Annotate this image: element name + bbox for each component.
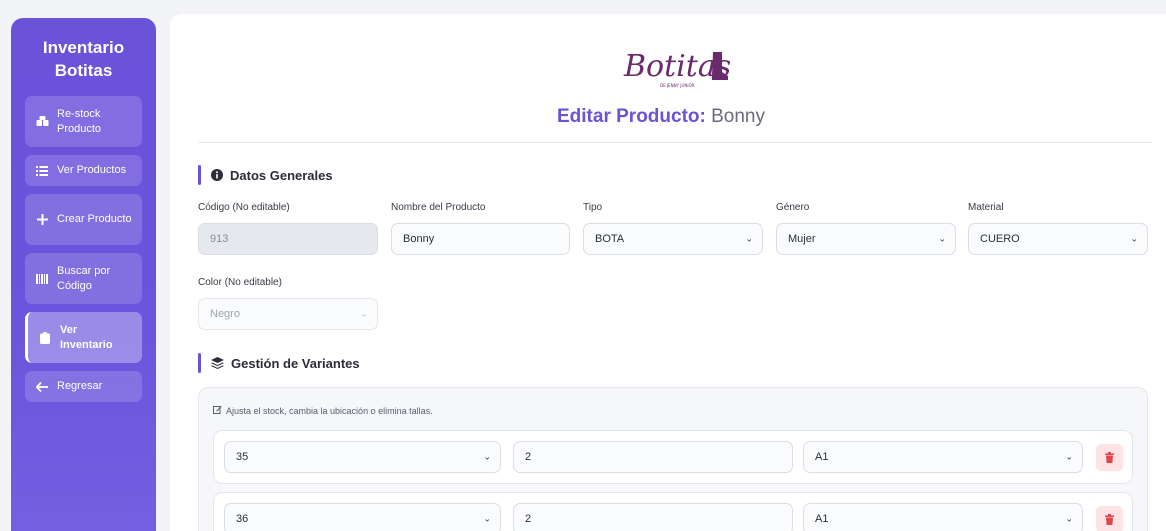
delete-variant-button[interactable] bbox=[1096, 506, 1123, 531]
chevron-down-icon: ⌄ bbox=[483, 513, 491, 524]
field-nombre: Nombre del Producto Bonny bbox=[391, 202, 570, 255]
plus-icon bbox=[35, 214, 49, 225]
title-divider bbox=[198, 142, 1152, 143]
talla-select[interactable]: 35 ⌄ bbox=[224, 441, 501, 473]
field-label: Tipo bbox=[583, 202, 603, 213]
chevron-down-icon: ⌄ bbox=[360, 308, 368, 319]
chevron-down-icon: ⌄ bbox=[1065, 513, 1073, 524]
chevron-down-icon: ⌄ bbox=[938, 233, 946, 244]
codigo-input: 913 bbox=[198, 223, 378, 255]
chevron-down-icon: ⌄ bbox=[1130, 233, 1138, 244]
ubicacion-select[interactable]: A1 ⌄ bbox=[803, 503, 1083, 531]
sidebar-brand: Inventario Botitas bbox=[42, 38, 125, 80]
field-material: Material CUERO ⌄ bbox=[968, 202, 1148, 255]
field-label: Material bbox=[968, 202, 1004, 213]
sidebar-item-ver-productos[interactable]: Ver Productos bbox=[25, 155, 142, 186]
stock-input[interactable]: 2 bbox=[513, 503, 793, 531]
section-title: Datos Generales bbox=[230, 167, 333, 183]
sidebar-item-label: Buscar por Código bbox=[57, 264, 111, 292]
trash-icon bbox=[1105, 452, 1114, 463]
talla-select[interactable]: 36 ⌄ bbox=[224, 503, 501, 531]
tipo-select[interactable]: BOTA ⌄ bbox=[583, 223, 763, 255]
page-title: Editar Producto: Bonny bbox=[170, 106, 1152, 128]
variants-hint: Ajusta el stock, cambia la ubicación o e… bbox=[213, 405, 433, 416]
chevron-down-icon: ⌄ bbox=[745, 233, 753, 244]
sidebar-item-restock[interactable]: Re-stock Producto bbox=[25, 96, 142, 147]
tipo-value: BOTA bbox=[595, 233, 625, 245]
clipboard-icon bbox=[38, 331, 52, 344]
field-tipo: Tipo BOTA ⌄ bbox=[583, 202, 763, 255]
field-label: Color (No editable) bbox=[198, 277, 282, 288]
chevron-down-icon: ⌄ bbox=[1065, 451, 1073, 462]
sidebar-item-label: Ver Productos bbox=[57, 164, 127, 176]
nombre-input[interactable]: Bonny bbox=[391, 223, 570, 255]
variants-panel: Ajusta el stock, cambia la ubicación o e… bbox=[198, 387, 1148, 531]
svg-text:DE JENNY JUNIOR: DE JENNY JUNIOR bbox=[660, 83, 695, 88]
stock-input[interactable]: 2 bbox=[513, 441, 793, 473]
stock-value: 2 bbox=[525, 451, 532, 463]
info-icon bbox=[211, 169, 223, 181]
layers-icon bbox=[211, 357, 224, 369]
field-label: Código (No editable) bbox=[198, 202, 290, 213]
color-select: Negro ⌄ bbox=[198, 298, 378, 330]
list-icon bbox=[35, 165, 49, 176]
talla-value: 36 bbox=[236, 513, 249, 525]
genero-value: Mujer bbox=[788, 233, 816, 245]
delete-variant-button[interactable] bbox=[1096, 444, 1123, 471]
genero-select[interactable]: Mujer ⌄ bbox=[776, 223, 956, 255]
variant-row: 35 ⌄ 2 A1 ⌄ bbox=[213, 430, 1133, 484]
section-gestion-variantes: Gestión de Variantes bbox=[198, 353, 360, 373]
barcode-icon bbox=[35, 273, 49, 284]
ubicacion-value: A1 bbox=[815, 451, 829, 463]
sidebar-item-label: Re-stock Producto bbox=[57, 107, 102, 135]
sidebar-item-label: Regresar bbox=[57, 380, 103, 392]
trash-icon bbox=[1105, 514, 1114, 525]
chevron-down-icon: ⌄ bbox=[483, 451, 491, 462]
talla-value: 35 bbox=[236, 451, 249, 463]
main-panel: Botitas DE JENNY JUNIOR Editar Producto:… bbox=[170, 14, 1166, 531]
page-title-product: Bonny bbox=[711, 106, 765, 127]
field-codigo: Código (No editable) 913 bbox=[198, 202, 378, 255]
sidebar-item-label: Ver Inventario bbox=[60, 323, 113, 351]
boxes-icon bbox=[35, 116, 49, 127]
sidebar: Inventario Botitas Re-stock Producto Ver… bbox=[11, 18, 156, 531]
material-value: CUERO bbox=[980, 233, 1020, 245]
sidebar-item-ver-inventario[interactable]: Ver Inventario bbox=[25, 312, 142, 363]
variant-row: 36 ⌄ 2 A1 ⌄ bbox=[213, 492, 1133, 531]
material-select[interactable]: CUERO ⌄ bbox=[968, 223, 1148, 255]
botitas-logo: Botitas DE JENNY JUNIOR bbox=[623, 49, 730, 88]
stock-value: 2 bbox=[525, 513, 532, 525]
ubicacion-select[interactable]: A1 ⌄ bbox=[803, 441, 1083, 473]
sidebar-item-crear-producto[interactable]: Crear Producto bbox=[25, 194, 142, 245]
arrow-left-icon bbox=[35, 381, 49, 392]
variants-hint-text: Ajusta el stock, cambia la ubicación o e… bbox=[226, 405, 433, 416]
section-accent-bar bbox=[198, 353, 201, 373]
ubicacion-value: A1 bbox=[815, 513, 829, 525]
sidebar-item-label: Crear Producto bbox=[57, 213, 132, 225]
page-title-prefix: Editar Producto: bbox=[557, 106, 706, 127]
section-datos-generales: Datos Generales bbox=[198, 165, 333, 185]
section-accent-bar bbox=[198, 165, 201, 185]
codigo-value: 913 bbox=[210, 233, 229, 245]
color-value: Negro bbox=[210, 308, 240, 320]
edit-icon bbox=[213, 405, 222, 416]
sidebar-item-buscar-codigo[interactable]: Buscar por Código bbox=[25, 253, 142, 304]
sidebar-item-regresar[interactable]: Regresar bbox=[25, 371, 142, 402]
field-label: Nombre del Producto bbox=[391, 202, 486, 213]
nombre-value: Bonny bbox=[403, 233, 435, 245]
field-label: Género bbox=[776, 202, 810, 213]
section-title: Gestión de Variantes bbox=[231, 355, 360, 371]
field-genero: Género Mujer ⌄ bbox=[776, 202, 956, 255]
field-color: Color (No editable) Negro ⌄ bbox=[198, 277, 378, 330]
